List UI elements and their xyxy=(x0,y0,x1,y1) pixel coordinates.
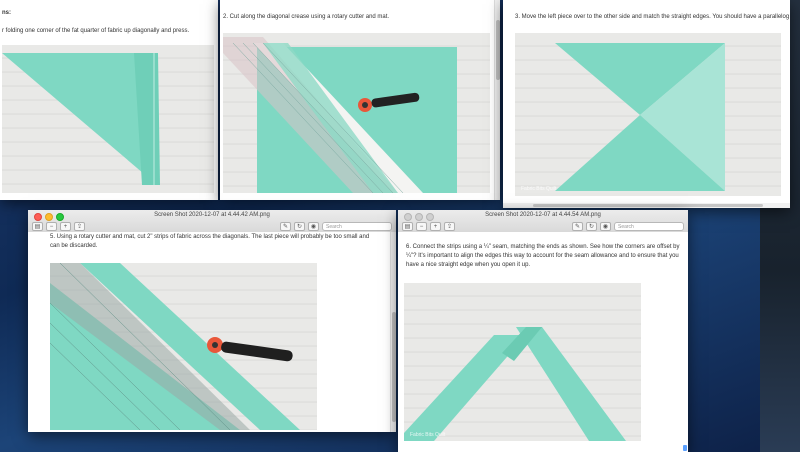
zoom-in-icon[interactable]: + xyxy=(60,222,71,231)
window-title: Screen Shot 2020-12-07 at 4.44.42 AM.png xyxy=(154,212,270,218)
toolbar: ▤ − + ⇪ ✎ ↻ ◉ Search xyxy=(402,221,684,232)
zoom-in-icon[interactable]: + xyxy=(430,222,441,231)
step-caption: 2. Cut along the diagonal crease using a… xyxy=(223,14,390,20)
vertical-scrollbar[interactable] xyxy=(390,232,396,432)
window-title: Screen Shot 2020-12-07 at 4.44.54 AM.png xyxy=(485,212,601,218)
horizontal-scrollbar[interactable] xyxy=(503,203,790,208)
share-icon[interactable]: ⇪ xyxy=(444,222,455,231)
markup-icon[interactable]: ✎ xyxy=(572,222,583,231)
step-caption: 3. Move the left piece over to the other… xyxy=(515,14,790,20)
zoom-out-icon[interactable]: − xyxy=(46,222,57,231)
rotate-icon[interactable]: ↻ xyxy=(586,222,597,231)
sidebar-toggle-icon[interactable]: ▤ xyxy=(402,222,413,231)
step-caption: r folding one corner of the fat quarter … xyxy=(2,28,190,34)
preview-window-2[interactable]: 2. Cut along the diagonal crease using a… xyxy=(220,0,500,200)
step-caption: 6. Connect the strips using a ¼" seam, m… xyxy=(406,244,680,268)
preview-window-1[interactable]: ns: r folding one corner of the fat quar… xyxy=(0,0,218,200)
step-photo xyxy=(2,45,214,193)
search-field[interactable]: Search xyxy=(322,222,392,231)
step-photo: Fabric Bits Quilt xyxy=(515,33,781,196)
annotate-icon[interactable]: ◉ xyxy=(600,222,611,231)
rotate-icon[interactable]: ↻ xyxy=(294,222,305,231)
step-caption: 5. Using a rotary cutter and mat, cut 2"… xyxy=(50,234,370,249)
scroll-indicator-icon xyxy=(683,445,687,451)
step-photo xyxy=(223,33,490,193)
share-icon[interactable]: ⇪ xyxy=(74,222,85,231)
vertical-scrollbar[interactable] xyxy=(494,0,500,200)
sidebar-toggle-icon[interactable]: ▤ xyxy=(32,222,43,231)
photo-watermark: Fabric Bits Quilt xyxy=(410,432,446,438)
markup-icon[interactable]: ✎ xyxy=(280,222,291,231)
step-heading: ns: xyxy=(2,10,11,16)
photo-watermark: Fabric Bits Quilt xyxy=(521,186,557,192)
zoom-out-icon[interactable]: − xyxy=(416,222,427,231)
annotate-icon[interactable]: ◉ xyxy=(308,222,319,231)
preview-window-3[interactable]: 3. Move the left piece over to the other… xyxy=(503,0,790,208)
search-field[interactable]: Search xyxy=(614,222,684,231)
step-photo: Fabric Bits Quilt xyxy=(404,283,641,441)
preview-window-4[interactable]: Screen Shot 2020-12-07 at 4.44.42 AM.png… xyxy=(28,210,396,432)
toolbar: ▤ − + ⇪ ✎ ↻ ◉ Search xyxy=(32,221,392,232)
preview-window-5[interactable]: Screen Shot 2020-12-07 at 4.44.54 AM.png… xyxy=(398,210,688,452)
step-photo xyxy=(50,263,317,430)
